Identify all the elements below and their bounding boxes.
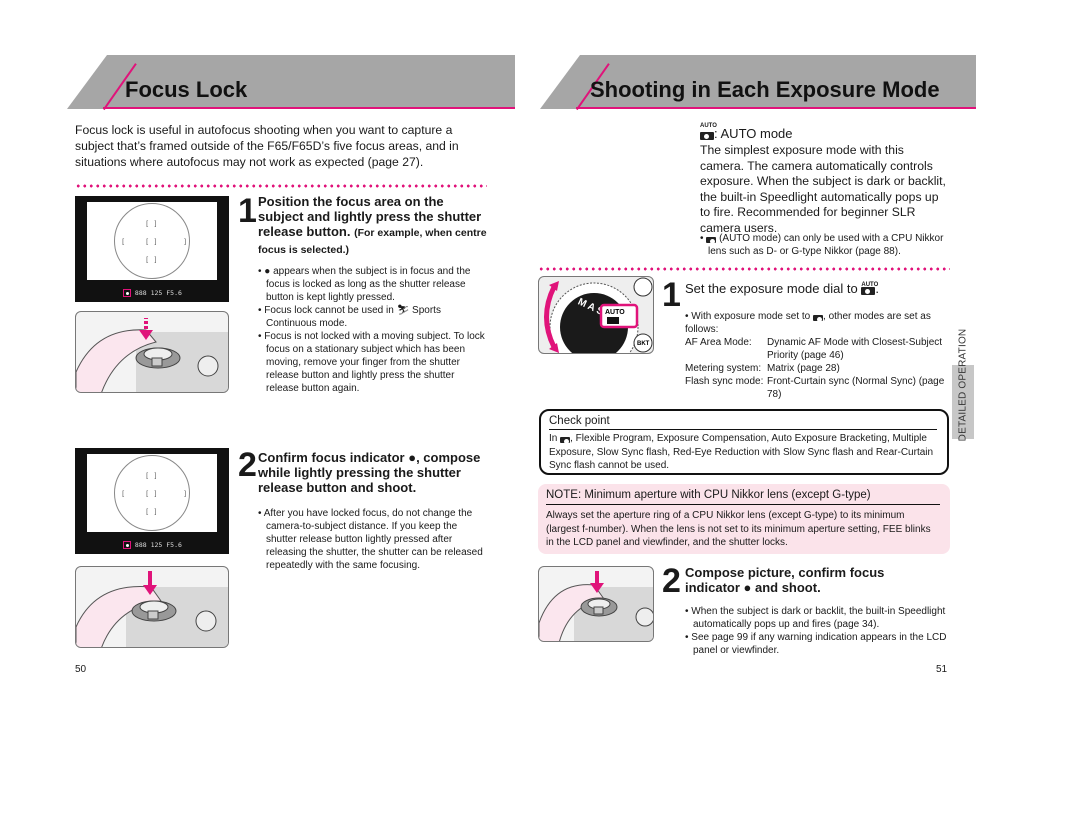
dotted-divider: [75, 184, 487, 188]
exposure-dial-illustration: M A S P AUTO BKT: [538, 276, 654, 354]
viewfinder-readout: 888 125 F5.6: [123, 541, 182, 549]
step-number: 1: [238, 192, 257, 230]
focus-indicator-icon: [123, 541, 131, 549]
shutter-press-illustration: [75, 311, 229, 393]
list-item: See page 99 if any warning indication ap…: [685, 631, 955, 657]
section-tab-label: DETAILED OPERATION: [957, 328, 969, 442]
list-item: Focus lock cannot be used in ⛷ Sports Co…: [258, 304, 488, 330]
auto-mode-heading: AUTO: AUTO mode: [700, 123, 793, 141]
step-title: Compose picture, confirm focus indicator…: [685, 565, 885, 595]
svg-text:AUTO: AUTO: [605, 309, 625, 316]
focus-lock-banner: Focus Lock: [67, 55, 515, 111]
page-title: Shooting in Each Exposure Mode: [590, 77, 940, 102]
checkpoint-box: Check point In , Flexible Program, Expos…: [539, 409, 949, 475]
step-bullets: ● appears when the subject is in focus a…: [258, 265, 488, 395]
step-title: Set the exposure mode dial to AUTO.: [685, 281, 879, 296]
auto-mode-description: The simplest exposure mode with this cam…: [700, 143, 946, 235]
page-number: 50: [75, 664, 87, 675]
step-number: 1: [662, 276, 681, 314]
dotted-divider: [538, 267, 950, 271]
auto-mode-icon: [560, 433, 571, 444]
setting-row: Metering system: Matrix (page 28): [685, 363, 840, 374]
auto-mode-icon: AUTO: [861, 281, 878, 295]
list-item: When the subject is dark or backlit, the…: [685, 605, 955, 631]
setting-row: AF Area Mode: Dynamic AF Mode with Closes…: [685, 337, 943, 361]
viewfinder-illustration: [ ] [ ] [ ] [ ] 888 125 F5.6: [75, 448, 229, 554]
step-title: Confirm focus indicator ●, compose while…: [258, 450, 481, 495]
auto-mode-icon: [813, 311, 824, 322]
step-number: 2: [662, 562, 681, 600]
viewfinder-readout: 888 125 F5.6: [123, 289, 182, 297]
intro-text: Focus lock is useful in autofocus shooti…: [75, 123, 459, 169]
step-bullets: After you have locked focus, do not chan…: [258, 507, 490, 572]
shutter-press-illustration: [538, 566, 654, 642]
list-item: Focus is not locked with a moving subjec…: [258, 330, 488, 395]
auto-mode-icon: [706, 233, 717, 244]
list-item: ● appears when the subject is in focus a…: [258, 265, 488, 304]
mode-settings: • With exposure mode set to , other mode…: [685, 311, 945, 400]
svg-text:BKT: BKT: [637, 341, 650, 347]
step-bullets: When the subject is dark or backlit, the…: [685, 605, 955, 657]
focus-indicator-icon: [123, 289, 131, 297]
page-number: 51: [936, 664, 948, 675]
auto-mode-note: • (AUTO mode) can only be used with a CP…: [700, 233, 944, 257]
setting-row: Flash sync mode: Front-Curtain sync (Norm…: [685, 376, 945, 400]
note-box: NOTE: Minimum aperture with CPU Nikkor l…: [538, 484, 950, 554]
list-item: After you have locked focus, do not chan…: [258, 507, 490, 572]
auto-mode-icon: AUTO: [700, 123, 717, 140]
shutter-press-illustration: [75, 566, 229, 648]
checkpoint-body: In , Flexible Program, Exposure Compensa…: [549, 433, 934, 471]
note-heading: NOTE: Minimum aperture with CPU Nikkor l…: [546, 489, 940, 505]
note-body: Always set the aperture ring of a CPU Ni…: [546, 510, 931, 548]
exposure-mode-banner: Shooting in Each Exposure Mode: [540, 55, 976, 111]
checkpoint-heading: Check point: [549, 415, 937, 430]
viewfinder-illustration: [ ] [ ] [ ] [ ] 888 125 F5.6: [75, 196, 229, 302]
step-title: Position the focus area on the subject a…: [258, 194, 487, 256]
step-number: 2: [238, 446, 257, 484]
page-title: Focus Lock: [125, 77, 248, 102]
